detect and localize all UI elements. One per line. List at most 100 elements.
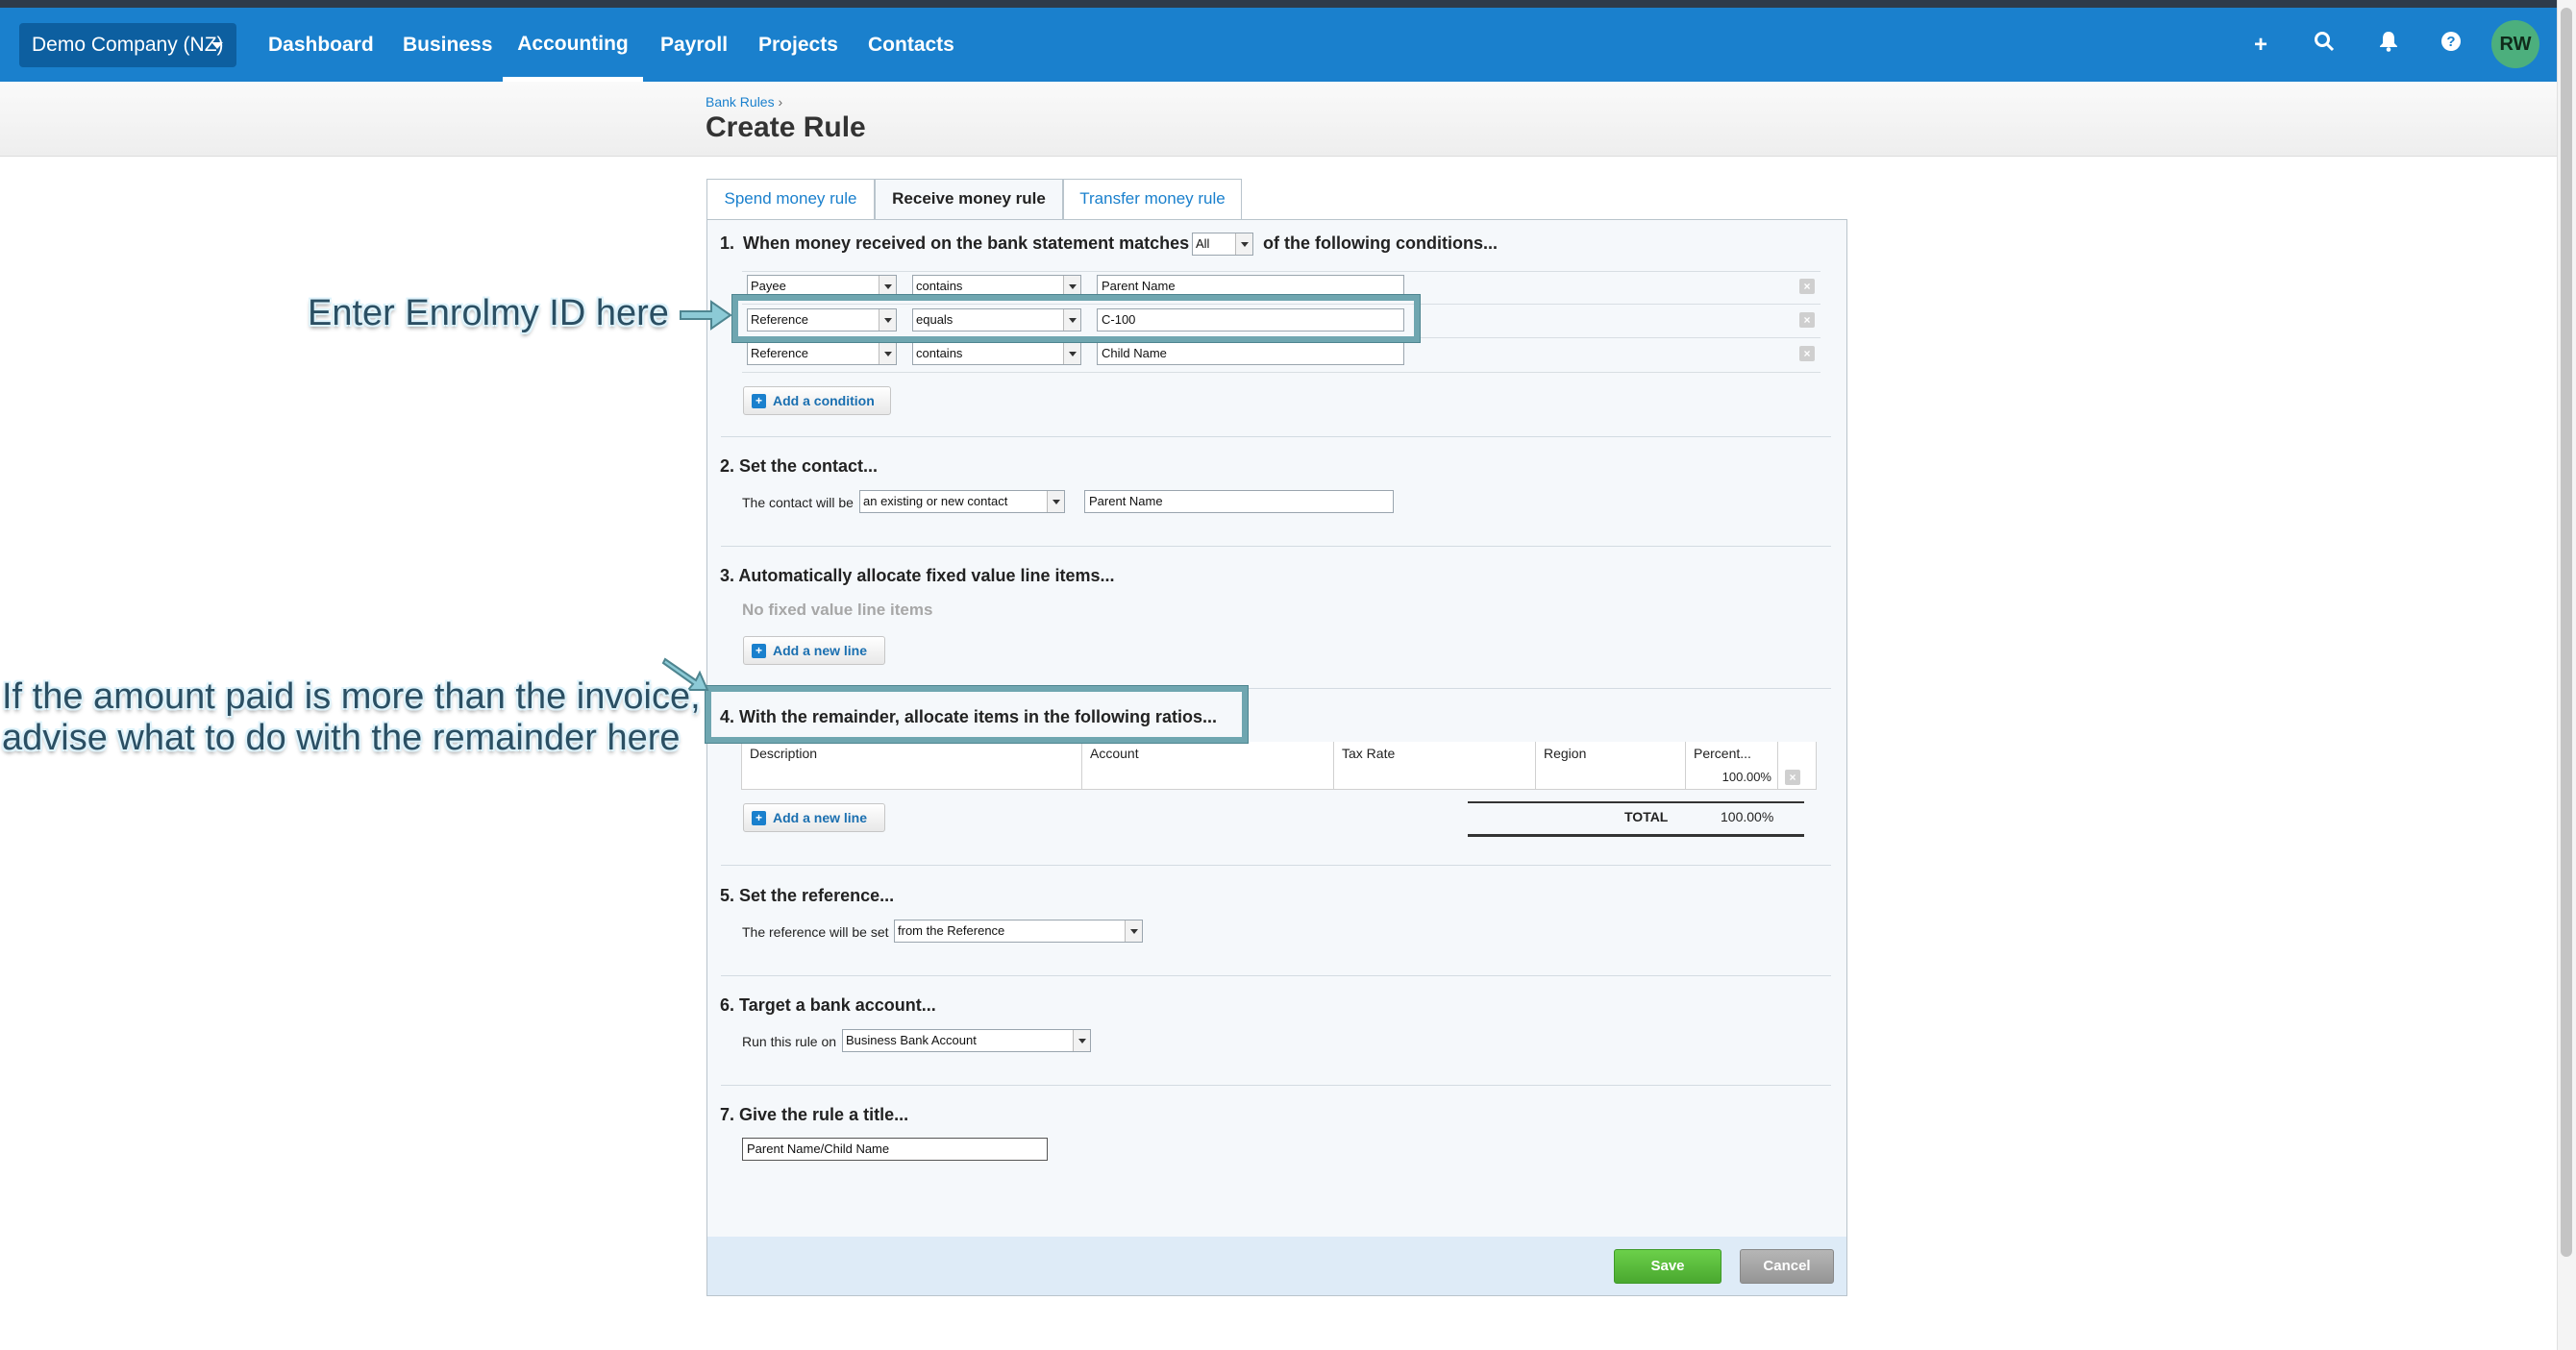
chevron-down-icon [1047,491,1064,512]
enrolmy-annotation: Enter Enrolmy ID here [308,293,669,333]
match-value: All [1196,236,1210,251]
condition-3-value-input[interactable]: Child Name [1097,342,1404,365]
section-divider [721,546,1831,547]
tab-spend-money-rule[interactable]: Spend money rule [706,179,875,219]
cell-account[interactable] [1082,765,1334,790]
tab-receive-money-rule[interactable]: Receive money rule [875,179,1063,221]
section-divider [721,865,1831,866]
chevron-down-icon [1073,1030,1090,1051]
cell-percent[interactable]: 100.00% [1686,765,1778,790]
add-condition-button[interactable]: + Add a condition [743,386,891,415]
condition-operator-value: contains [916,279,963,293]
section-title: Set the reference... [739,886,895,905]
save-button[interactable]: Save [1614,1249,1721,1284]
nav-business[interactable]: Business [403,8,492,82]
contact-type-value: an existing or new contact [863,494,1008,508]
match-select[interactable]: All [1192,233,1253,256]
remove-line-icon[interactable]: × [1785,770,1800,785]
column-actions [1778,742,1817,765]
section-7-heading: 7. Give the rule a title... [720,1105,908,1125]
reference-select[interactable]: from the Reference [894,920,1143,943]
condition-field-value: Reference [751,346,808,360]
tab-transfer-money-rule[interactable]: Transfer money rule [1063,179,1242,219]
section-title: Give the rule a title... [739,1105,909,1124]
remainder-annotation-line-1: If the amount paid is more than the invo… [2,676,701,717]
column-tax-rate: Tax Rate [1334,742,1536,765]
add-fixed-line-button[interactable]: + Add a new line [743,636,885,665]
contact-name-input[interactable]: Parent Name [1084,490,1394,513]
reference-value: from the Reference [898,923,1005,938]
contact-type-select[interactable]: an existing or new contact [859,490,1065,513]
section-number: 6. [720,995,735,1015]
page-header: Bank Rules › Create Rule [0,82,2557,157]
cell-tax-rate[interactable] [1334,765,1536,790]
condition-3-field-select[interactable]: Reference [747,342,897,365]
reference-label: The reference will be set [742,924,889,940]
column-percent: Percent... [1686,742,1778,765]
nav-payroll[interactable]: Payroll [660,8,728,82]
scrollbar-thumb[interactable] [2561,8,2572,1257]
section-title: Target a bank account... [739,995,936,1015]
column-description: Description [741,742,1082,765]
divider [742,372,1821,373]
total-bottom-rule [1468,834,1804,837]
remainder-annotation-line-2: advise what to do with the remainder her… [2,718,681,758]
help-icon[interactable]: ? [2437,31,2465,60]
breadcrumb-bank-rules[interactable]: Bank Rules [706,94,775,110]
enrolmy-arrow-icon [680,300,732,331]
bell-icon[interactable] [2374,31,2403,60]
total-label: TOTAL [1624,809,1669,824]
user-avatar[interactable]: RW [2491,20,2539,68]
cell-description[interactable] [741,765,1082,790]
top-navigation: Demo Company (NZ) Dashboard Business Acc… [0,8,2557,82]
remove-condition-icon[interactable]: × [1799,346,1815,361]
nav-accounting[interactable]: Accounting [503,8,643,82]
remove-condition-icon[interactable]: × [1799,312,1815,328]
enrolmy-id-highlight [732,295,1420,342]
plus-icon[interactable]: + [2246,31,2275,60]
breadcrumb-separator: › [778,94,783,110]
condition-3-operator-select[interactable]: contains [912,342,1081,365]
plus-icon: + [752,644,766,658]
section-divider [721,975,1831,976]
section-divider [721,436,1831,437]
section-1-text: When money received on the bank statemen… [743,233,1190,253]
total-value: 100.00% [1721,809,1774,824]
add-condition-label: Add a condition [773,393,875,408]
add-ratio-line-button[interactable]: + Add a new line [743,803,885,832]
section-title: Automatically allocate fixed value line … [738,566,1115,585]
plus-icon: + [752,394,766,408]
section-5-heading: 5. Set the reference... [720,886,894,906]
chevron-down-icon [1063,343,1080,364]
section-1-text-after: of the following conditions... [1263,233,1498,253]
add-line-label: Add a new line [773,643,868,658]
section-number: 2. [720,456,735,476]
search-icon[interactable] [2310,31,2339,60]
chevron-down-icon [879,276,896,297]
cancel-button[interactable]: Cancel [1740,1249,1834,1284]
chevron-down-icon [1235,233,1252,255]
total-top-rule [1468,801,1804,803]
rule-title-input[interactable]: Parent Name/Child Name [742,1138,1048,1161]
breadcrumb[interactable]: Bank Rules › [706,94,782,110]
remove-condition-icon[interactable]: × [1799,279,1815,294]
nav-projects[interactable]: Projects [758,8,838,82]
section-1-heading: 1. When money received on the bank state… [720,233,1189,254]
condition-field-value: Payee [751,279,786,293]
chevron-down-icon [211,42,223,49]
svg-text:?: ? [2446,34,2455,50]
organisation-switcher[interactable]: Demo Company (NZ) [19,23,236,67]
page-title: Create Rule [706,111,866,143]
organisation-name: Demo Company (NZ) [32,34,224,56]
section-3-heading: 3. Automatically allocate fixed value li… [720,566,1115,586]
cell-region[interactable] [1536,765,1686,790]
section-number: 7. [720,1105,735,1124]
top-strip [0,0,2576,8]
bank-account-label: Run this rule on [742,1034,837,1049]
nav-contacts[interactable]: Contacts [868,8,954,82]
nav-dashboard[interactable]: Dashboard [268,8,374,82]
bank-account-select[interactable]: Business Bank Account [842,1029,1091,1052]
condition-operator-value: contains [916,346,963,360]
column-region: Region [1536,742,1686,765]
chevron-down-icon [1125,920,1142,942]
